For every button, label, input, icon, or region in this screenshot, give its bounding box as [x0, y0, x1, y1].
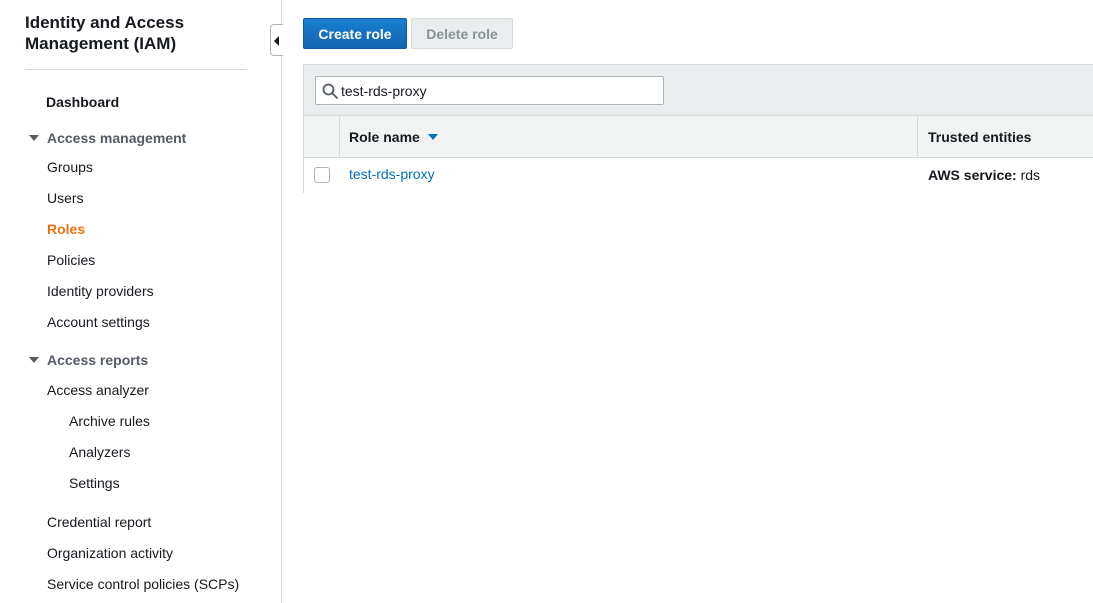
select-all-column [304, 116, 340, 157]
table-header: Role name Trusted entities [304, 116, 1093, 158]
sidebar-item-dashboard[interactable]: Dashboard [46, 93, 119, 111]
sidebar-item-settings[interactable]: Settings [69, 474, 120, 492]
section-label: Access management [47, 130, 187, 146]
sidebar-item-credential-report[interactable]: Credential report [47, 513, 151, 531]
column-header-role-name[interactable]: Role name [340, 116, 918, 157]
table-toolbar [304, 65, 1093, 116]
sidebar: Identity and Access Management (IAM) Das… [0, 0, 282, 603]
search-box[interactable] [315, 76, 664, 105]
section-access-management[interactable]: Access management [29, 129, 186, 147]
roles-table-panel: Role name Trusted entities test-rds-prox… [303, 64, 1093, 193]
sort-descending-icon [427, 133, 438, 140]
delete-role-button[interactable]: Delete role [411, 18, 513, 49]
sidebar-item-roles[interactable]: Roles [47, 220, 85, 238]
role-name-link[interactable]: test-rds-proxy [349, 166, 435, 182]
trusted-entities-cell: AWS service: rds [928, 167, 1040, 183]
sidebar-item-archive-rules[interactable]: Archive rules [69, 412, 150, 430]
sidebar-title: Identity and Access Management (IAM) [25, 13, 185, 53]
row-checkbox[interactable] [314, 167, 330, 183]
caret-down-icon [29, 357, 39, 363]
sidebar-item-scps[interactable]: Service control policies (SCPs) [47, 575, 239, 593]
sidebar-divider [25, 69, 247, 70]
section-label: Access reports [47, 352, 149, 368]
search-input[interactable] [341, 79, 661, 102]
sidebar-item-organization-activity[interactable]: Organization activity [47, 544, 173, 562]
collapse-sidebar-button[interactable] [270, 24, 283, 56]
create-role-button[interactable]: Create role [303, 18, 407, 49]
caret-down-icon [29, 135, 39, 141]
trusted-prefix: AWS service: [928, 167, 1017, 183]
sidebar-item-users[interactable]: Users [47, 189, 84, 207]
sidebar-item-identity-providers[interactable]: Identity providers [47, 282, 154, 300]
sidebar-item-access-analyzer[interactable]: Access analyzer [47, 381, 149, 399]
sidebar-item-groups[interactable]: Groups [47, 158, 93, 176]
column-label: Role name [349, 128, 420, 145]
chevron-left-icon [274, 36, 279, 46]
table-row: test-rds-proxy AWS service: rds [304, 158, 1093, 193]
column-header-trusted-entities[interactable]: Trusted entities [918, 116, 1093, 157]
sidebar-item-account-settings[interactable]: Account settings [47, 313, 150, 331]
column-label: Trusted entities [928, 128, 1032, 145]
sidebar-item-policies[interactable]: Policies [47, 251, 95, 269]
sidebar-item-analyzers[interactable]: Analyzers [69, 443, 130, 461]
trusted-value: rds [1020, 167, 1041, 183]
search-icon [322, 83, 338, 99]
section-access-reports[interactable]: Access reports [29, 351, 148, 369]
